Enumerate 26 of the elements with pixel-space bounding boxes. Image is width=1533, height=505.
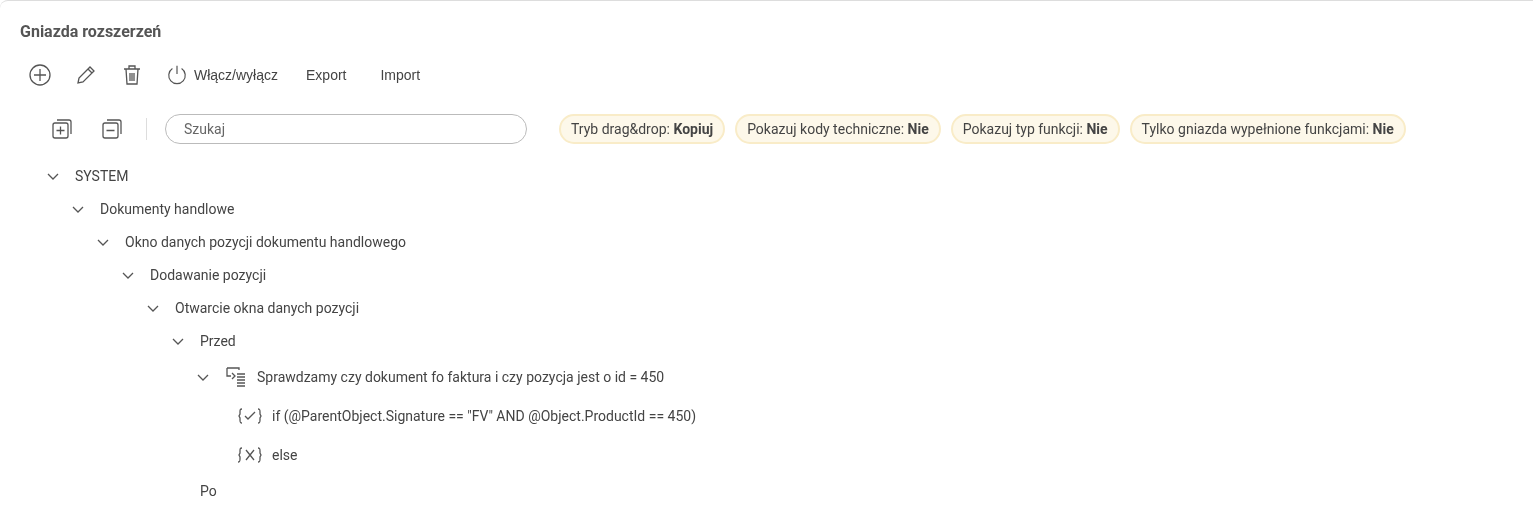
tree-node-label[interactable]: Po: [200, 482, 217, 499]
collapse-all-icon: [100, 117, 124, 141]
tree-node-label[interactable]: SYSTEM: [75, 167, 129, 184]
search-field[interactable]: Szukaj: [165, 114, 527, 144]
function-label[interactable]: Sprawdzamy czy dokument fo faktura i czy pozycja jest o id = 450: [257, 368, 665, 385]
tree-node-label[interactable]: Otwarcie okna danych pozycji: [175, 299, 360, 316]
add-icon: [28, 63, 52, 87]
braces-x-icon: [238, 445, 262, 464]
expand-all-icon: [50, 117, 74, 141]
tree-node-label[interactable]: Dokumenty handlowe: [100, 200, 235, 217]
condition-label[interactable]: else: [272, 446, 298, 463]
braces-check-icon: [238, 406, 262, 425]
toolbar-button[interactable]: Import: [366, 63, 435, 87]
toolbar-button[interactable]: Export: [292, 63, 361, 87]
page-title: Gniazda rozszerzeń: [20, 22, 163, 41]
filter-chip[interactable]: Tryb drag&drop: Kopiuj: [559, 114, 726, 144]
condition-label[interactable]: if (@ParentObject.Signature == "FV" AND @Object.ProductId == 450): [272, 407, 697, 424]
tree-node-label[interactable]: Dodawanie pozycji: [150, 266, 267, 283]
power-icon: [166, 64, 188, 86]
function-list-icon: [225, 365, 247, 388]
tree-node-label[interactable]: Przed: [200, 332, 236, 349]
filter-chip[interactable]: Pokazuj typ funkcji: Nie: [950, 114, 1120, 144]
toolbar-button[interactable]: Włącz/wyłącz: [158, 60, 286, 90]
filter-chip[interactable]: Tylko gniazda wypełnione funkcjami: Nie: [1129, 114, 1406, 144]
tree-node-label[interactable]: Okno danych pozycji dokumentu handlowego: [125, 233, 406, 250]
filter-chip[interactable]: Pokazuj kody techniczne: Nie: [735, 114, 941, 144]
